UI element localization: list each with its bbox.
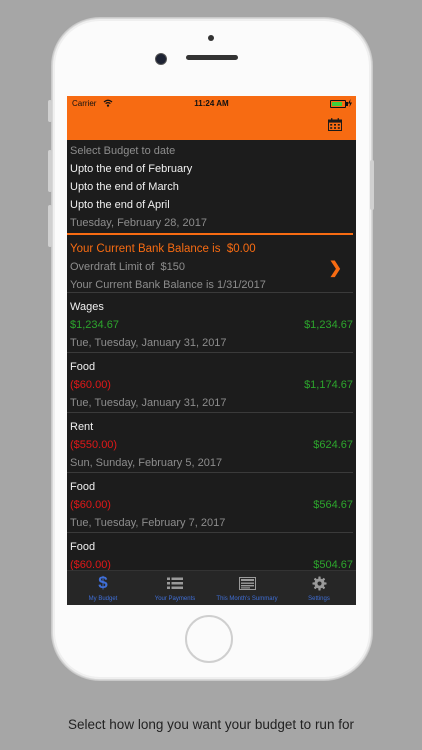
status-bar: Carrier 11:24 AM [67, 96, 356, 110]
transaction-date: Tue, Tuesday, January 31, 2017 [70, 337, 227, 349]
front-camera [155, 53, 167, 65]
tab-bar: $ My Budget Your Payments This Month's S… [67, 570, 356, 605]
overdraft-label: Overdraft Limit of [70, 261, 155, 273]
earpiece-speaker [186, 55, 238, 60]
tab-your-payments[interactable]: Your Payments [139, 571, 211, 605]
transaction-name: Food [70, 481, 96, 493]
bank-balance-text: Your Current Bank Balance is [70, 243, 221, 255]
transaction-row[interactable]: Wages $1,234.67 $1,234.67 Tue, Tuesday, … [67, 293, 356, 351]
running-balance: $1,174.67 [304, 379, 353, 391]
home-button[interactable] [185, 615, 233, 663]
transaction-name: Rent [70, 421, 94, 433]
transaction-amount: $1,234.67 [70, 319, 119, 331]
tab-label: Settings [308, 596, 330, 602]
overdraft-limit: Overdraft Limit of $150 [70, 261, 185, 273]
bank-balance-label: Your Current Bank Balance is $0.00 [70, 243, 256, 255]
transaction-row[interactable]: Food ($60.00) $504.67 [67, 533, 356, 571]
tab-my-budget[interactable]: $ My Budget [67, 571, 139, 605]
transaction-name: Food [70, 541, 96, 553]
volume-down-button [48, 205, 52, 247]
battery-icon [330, 100, 348, 108]
overdraft-amount: $150 [160, 261, 185, 273]
budget-heading: Select Budget to date [70, 145, 176, 157]
dollar-icon: $ [98, 573, 108, 592]
transaction-name: Food [70, 361, 96, 373]
transaction-amount: ($60.00) [70, 379, 111, 391]
bank-balance-amount: $0.00 [226, 243, 256, 255]
transaction-amount: ($550.00) [70, 439, 118, 451]
tab-month-summary[interactable]: This Month's Summary [211, 571, 283, 605]
proximity-sensor [208, 35, 214, 41]
transaction-name: Wages [70, 301, 104, 313]
selected-budget-date: Tuesday, February 28, 2017 [70, 217, 207, 229]
calendar-icon[interactable] [328, 118, 342, 131]
marketing-caption: Select how long you want your budget to … [68, 717, 354, 732]
budget-list: Select Budget to date Upto the end of Fe… [67, 140, 356, 571]
budget-option-april[interactable]: Upto the end of April [70, 199, 170, 211]
running-balance: $564.67 [313, 499, 353, 511]
tab-label: My Budget [88, 596, 118, 602]
transaction-date: Tue, Tuesday, January 31, 2017 [70, 397, 227, 409]
navigation-bar [67, 110, 356, 140]
charging-icon [348, 99, 352, 107]
budget-option-march[interactable]: Upto the end of March [70, 181, 179, 193]
transaction-row[interactable]: Rent ($550.00) $624.67 Sun, Sunday, Febr… [67, 413, 356, 471]
summary-icon [238, 576, 256, 590]
power-button [370, 160, 374, 210]
list-icon [167, 577, 183, 589]
tab-settings[interactable]: Settings [283, 571, 355, 605]
gear-icon [311, 575, 327, 591]
running-balance: $1,234.67 [304, 319, 353, 331]
budget-option-february[interactable]: Upto the end of February [70, 163, 192, 175]
chevron-right-icon: ❯ [328, 260, 342, 277]
tab-label: Your Payments [154, 596, 196, 602]
status-time: 11:24 AM [194, 99, 229, 108]
transaction-date: Sun, Sunday, February 5, 2017 [70, 457, 223, 469]
mute-switch [48, 100, 52, 122]
balance-as-of-date: Your Current Bank Balance is 1/31/2017 [70, 279, 266, 291]
transaction-row[interactable]: Food ($60.00) $1,174.67 Tue, Tuesday, Ja… [67, 353, 356, 411]
transaction-date: Tue, Tuesday, February 7, 2017 [70, 517, 226, 529]
volume-up-button [48, 150, 52, 192]
app-screen: Carrier 11:24 AM Select Budget to date U… [67, 96, 356, 605]
tab-label: This Month's Summary [216, 596, 278, 602]
transaction-amount: ($60.00) [70, 499, 111, 511]
bank-balance-row[interactable]: Your Current Bank Balance is $0.00 Overd… [67, 235, 356, 291]
transaction-row[interactable]: Food ($60.00) $564.67 Tue, Tuesday, Febr… [67, 473, 356, 531]
running-balance: $624.67 [313, 439, 353, 451]
